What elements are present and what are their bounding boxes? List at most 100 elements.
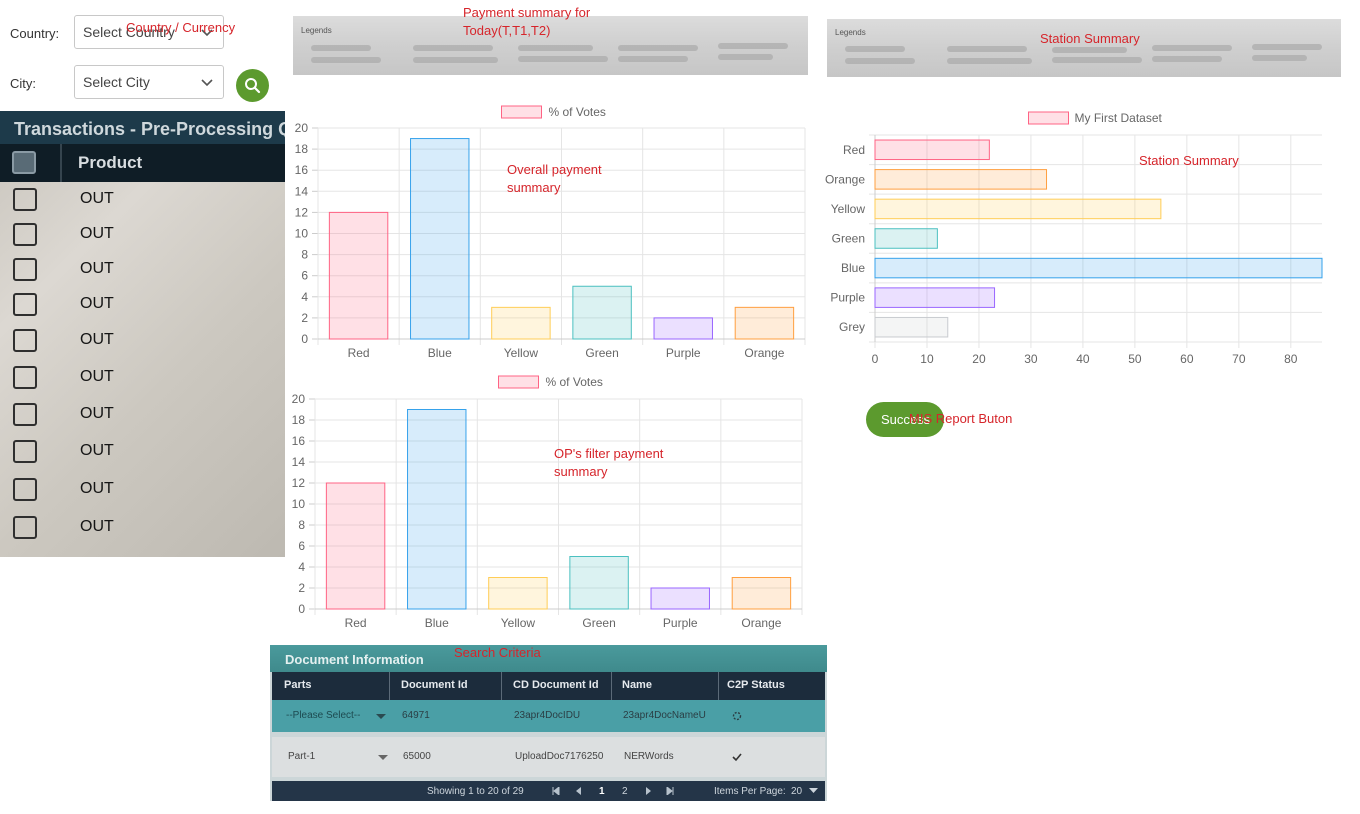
caret-down-icon <box>378 755 388 760</box>
items-per-page-value[interactable]: 20 <box>791 786 802 797</box>
y-tick-label: 10 <box>292 497 306 511</box>
x-tick-label: Red <box>345 616 367 630</box>
row-checkbox[interactable] <box>13 223 37 246</box>
y-tick-label: 18 <box>295 142 309 156</box>
station-summary-chart: My First Dataset 0 10 20 30 40 50 60 70 80 Red Oran… <box>825 111 1323 366</box>
parts-select[interactable]: Part-1 <box>288 751 315 762</box>
row-checkbox[interactable] <box>13 329 37 352</box>
row-checkbox[interactable] <box>13 403 37 426</box>
pagination-bar: Showing 1 to 20 of 29 1 2 Items Per Page… <box>272 781 825 801</box>
legend-label: % of Votes <box>549 105 606 119</box>
column-c2p-status: C2P Status <box>727 679 785 691</box>
x-tick-label: Orange <box>741 616 781 630</box>
page-current[interactable]: 1 <box>599 786 605 797</box>
x-tick-label: Yellow <box>504 346 539 360</box>
legend-label: My First Dataset <box>1075 111 1163 125</box>
x-tick-label: 50 <box>1128 352 1142 366</box>
table-row[interactable]: OUT <box>0 399 285 435</box>
document-panel-title: Document Information <box>270 645 827 672</box>
row-checkbox[interactable] <box>13 293 37 316</box>
bar-purple <box>874 287 996 308</box>
last-page-icon[interactable] <box>666 787 674 795</box>
legend-swatch <box>1028 111 1069 125</box>
bar-grey <box>874 316 949 338</box>
x-tick-label: Green <box>582 616 615 630</box>
product-cell: OUT <box>80 331 114 348</box>
column-cd-document-id: CD Document Id <box>513 679 599 691</box>
x-tick-label: 20 <box>972 352 986 366</box>
column-name: Name <box>622 679 652 691</box>
table-row[interactable]: OUT <box>0 289 285 325</box>
bar-red <box>328 211 389 340</box>
select-all-checkbox[interactable] <box>12 151 36 174</box>
row-checkbox[interactable] <box>13 478 37 501</box>
table-row[interactable]: --Please Select-- 64971 23apr4DocIDU 23a… <box>272 700 825 732</box>
page-next[interactable]: 2 <box>622 786 628 797</box>
table-row[interactable]: OUT <box>0 219 285 255</box>
table-row[interactable]: OUT <box>0 474 285 510</box>
table-row[interactable]: Part-1 65000 UploadDoc7176250 NERWords <box>272 737 825 777</box>
chevron-down-icon[interactable] <box>809 788 818 794</box>
row-checkbox[interactable] <box>13 188 37 211</box>
op-note-1: OP's filter payment <box>554 446 664 461</box>
city-label: City: <box>10 76 36 91</box>
overall-note-2: summary <box>507 180 561 195</box>
legend-strip-title: Legends <box>301 26 332 35</box>
station-summary-chart-note: Station Summary <box>1139 153 1239 168</box>
column-divider <box>60 144 62 182</box>
cd-document-id-cell: UploadDoc7176250 <box>515 751 604 762</box>
table-row[interactable]: OUT <box>0 254 285 290</box>
search-button[interactable] <box>236 69 269 102</box>
x-tick-label: Green <box>585 346 618 360</box>
y-tick-label: 6 <box>298 539 305 553</box>
y-tick-label: 2 <box>301 311 308 325</box>
table-row[interactable]: OUT <box>0 325 285 361</box>
name-cell: NERWords <box>624 751 674 762</box>
bar-green <box>874 228 938 249</box>
first-page-icon[interactable] <box>552 787 560 795</box>
y-tick-label: 16 <box>292 434 306 448</box>
prev-page-icon[interactable] <box>575 787 581 795</box>
y-tick-label: 18 <box>292 413 306 427</box>
y-tick-label: 10 <box>295 227 309 241</box>
y-tick-label: Purple <box>830 291 865 305</box>
y-tick-label: 14 <box>292 455 306 469</box>
table-row[interactable]: OUT <box>0 436 285 472</box>
product-cell: OUT <box>80 295 114 312</box>
x-tick-label: 0 <box>872 352 879 366</box>
op-note-2: summary <box>554 464 608 479</box>
bar-yellow <box>874 198 1162 220</box>
country-label: Country: <box>10 26 60 41</box>
row-checkbox[interactable] <box>13 258 37 281</box>
row-checkbox[interactable] <box>13 366 37 389</box>
y-tick-label: 4 <box>301 290 308 304</box>
next-page-icon[interactable] <box>646 787 652 795</box>
table-row[interactable]: OUT <box>0 184 285 220</box>
y-tick-label: 0 <box>298 602 305 616</box>
y-tick-label: 6 <box>301 269 308 283</box>
bar-blue <box>874 257 1323 279</box>
transactions-title: Transactions - Pre-Processing Q <box>0 111 285 144</box>
column-document-id: Document Id <box>401 679 468 691</box>
bar-orange <box>874 169 1048 190</box>
city-select[interactable]: Select City <box>74 65 224 99</box>
x-tick-label: Red <box>348 346 370 360</box>
y-tick-label: Blue <box>841 261 865 275</box>
y-tick-label: Orange <box>825 172 865 186</box>
cd-document-id-cell: 23apr4DocIDU <box>514 710 581 721</box>
y-tick-label: 20 <box>292 392 306 406</box>
payment-summary-note-2: Today(T,T1,T2) <box>463 23 551 38</box>
op-filter-payment-chart: % of Votes 0 2 4 6 8 10 12 14 16 18 20 Red Blue Yellow… <box>292 375 803 630</box>
row-checkbox[interactable] <box>13 516 37 539</box>
product-cell: OUT <box>80 190 114 207</box>
x-tick-label: 60 <box>1180 352 1194 366</box>
parts-select[interactable]: --Please Select-- <box>286 710 360 721</box>
y-tick-label: 8 <box>298 518 305 532</box>
table-row[interactable]: OUT <box>0 512 285 548</box>
row-checkbox[interactable] <box>13 440 37 463</box>
legend-swatch <box>498 375 539 389</box>
document-id-cell: 65000 <box>403 751 431 762</box>
table-row[interactable]: OUT <box>0 362 285 398</box>
station-legend-strip: Legends <box>827 19 1341 77</box>
payment-summary-note-1: Payment summary for <box>463 5 591 20</box>
